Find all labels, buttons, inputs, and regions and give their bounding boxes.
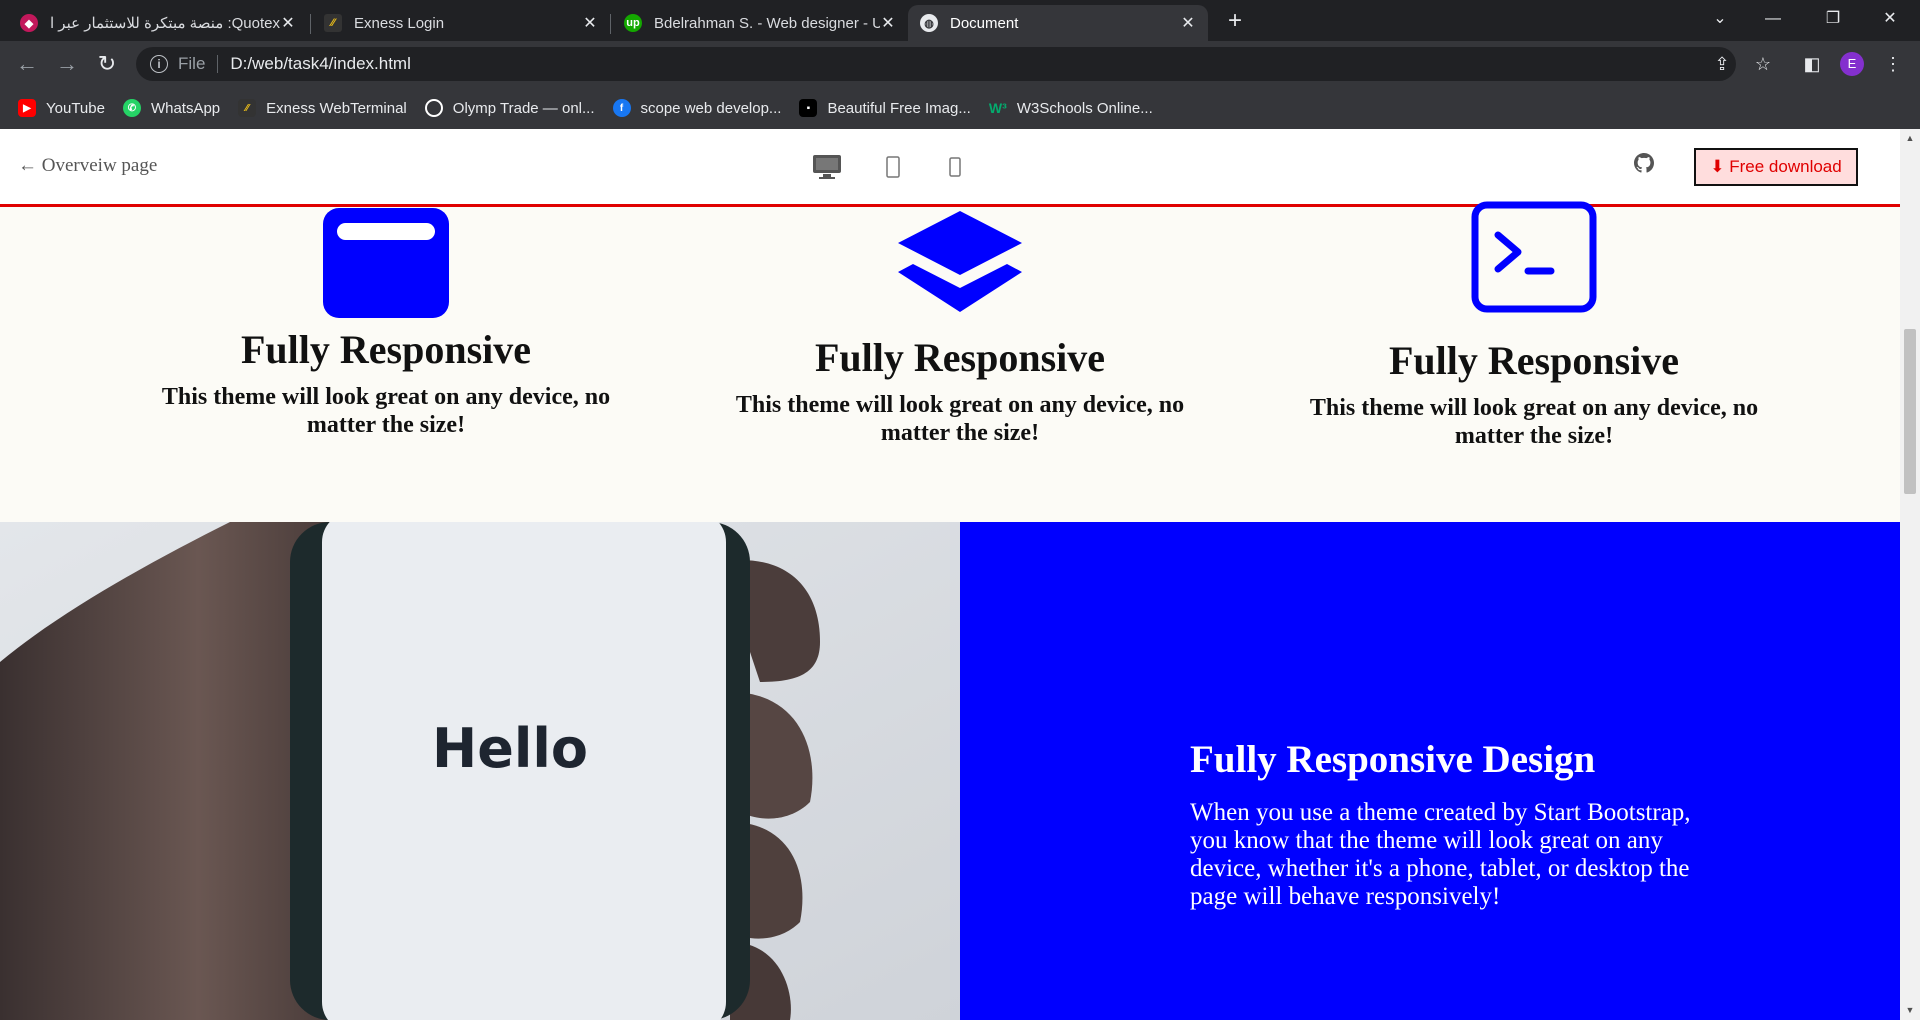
tab-search-chevron-icon[interactable]: ⌄ — [1695, 0, 1745, 41]
feature-text: This theme will look great on any device… — [161, 384, 611, 438]
overview-label: Overveiw page — [41, 155, 158, 176]
feature-text: This theme will look great on any device… — [1309, 395, 1759, 449]
browser-toolbar: ← → ↻ i File D:/web/task4/index.html ⇪ ☆… — [0, 41, 1920, 87]
bookmark-label: Beautiful Free Imag... — [827, 99, 971, 117]
bookmark-w3schools[interactable]: W³ W3Schools Online... — [989, 99, 1153, 117]
bookmark-olymp-trade[interactable]: Olymp Trade — onl... — [424, 99, 595, 117]
feature-title: Fully Responsive — [240, 327, 532, 372]
mobile-view-icon[interactable] — [949, 157, 961, 177]
divider — [217, 55, 219, 73]
reload-icon[interactable]: ↻ — [92, 49, 122, 79]
download-label: Free download — [1729, 157, 1842, 176]
page-scrollbar[interactable]: ▲ ▼ — [1900, 129, 1920, 1020]
feature-text: This theme will look great on any device… — [735, 392, 1185, 446]
facebook-icon: f — [612, 99, 631, 117]
close-icon[interactable]: ✕ — [582, 13, 598, 33]
features-section: Fully Responsive This theme will look gr… — [0, 201, 1900, 522]
terminal-icon — [1471, 201, 1597, 313]
feature-title: Fully Responsive — [814, 335, 1106, 380]
browser-tab-exness[interactable]: ⁄⁄ Exness Login ✕ — [312, 5, 610, 41]
bookmark-label: Exness WebTerminal — [266, 99, 407, 117]
browser-tab-upwork[interactable]: up Bdelrahman S. - Web designer - Upwork… — [612, 5, 908, 41]
hero-phone-photo: Hello — [0, 522, 960, 1020]
menu-kebab-icon[interactable]: ⋮ — [1878, 49, 1908, 79]
scrollbar-thumb[interactable] — [1904, 329, 1916, 494]
window-close-button[interactable]: ✕ — [1865, 0, 1915, 41]
bookmark-exness-webterminal[interactable]: ⁄⁄ Exness WebTerminal — [238, 99, 407, 117]
web-page: ← Overveiw page ⬇ Free download Fully Re — [0, 129, 1900, 1020]
upwork-icon: up — [624, 14, 642, 32]
desktop-view-icon[interactable] — [812, 154, 842, 180]
overview-link[interactable]: ← Overveiw page — [18, 155, 157, 177]
forward-arrow-icon[interactable]: → — [52, 49, 82, 79]
feature-card: Fully Responsive This theme will look gr… — [710, 208, 1210, 447]
browser-tab-document[interactable]: ◍ Document ✕ — [908, 5, 1208, 41]
new-tab-button[interactable]: + — [1220, 6, 1250, 36]
feature-title: Fully Responsive — [1388, 338, 1680, 383]
quotex-icon: ◆ — [20, 14, 38, 32]
preview-header: ← Overveiw page ⬇ Free download — [0, 129, 1900, 207]
tab-divider — [610, 14, 611, 34]
bookmark-label: W3Schools Online... — [1016, 99, 1153, 117]
bookmark-whatsapp[interactable]: ✆ WhatsApp — [122, 99, 221, 117]
github-icon[interactable] — [1634, 153, 1654, 173]
browser-tab-quotex[interactable]: ◆ Quotex: منصة مبتكرة للاستثمار عبر الإن… — [8, 5, 308, 41]
tab-title: Exness Login — [354, 14, 445, 32]
whatsapp-icon: ✆ — [122, 99, 141, 117]
tab-title: Quotex: منصة مبتكرة للاستثمار عبر الإنتر… — [50, 15, 280, 32]
profile-avatar[interactable]: E — [1840, 52, 1864, 76]
minimize-button[interactable]: — — [1748, 0, 1798, 41]
bookmark-label: Olymp Trade — onl... — [452, 99, 595, 117]
arrow-left-icon: ← — [18, 155, 42, 176]
bookmark-label: YouTube — [46, 99, 105, 117]
exness-icon: ⁄⁄ — [238, 99, 257, 117]
tab-strip: ◆ Quotex: منصة مبتكرة للاستثمار عبر الإن… — [0, 0, 1920, 41]
layers-icon — [898, 211, 1022, 312]
hero-text-panel: Fully Responsive Design When you use a t… — [960, 522, 1900, 1020]
bookmark-star-icon[interactable]: ☆ — [1748, 49, 1778, 79]
back-arrow-icon[interactable]: ← — [12, 49, 42, 79]
bookmark-scope-web[interactable]: f scope web develop... — [612, 99, 782, 117]
bookmarks-bar: ▶ YouTube ✆ WhatsApp ⁄⁄ Exness WebTermin… — [0, 87, 1920, 130]
bookmark-label: scope web develop... — [640, 99, 782, 117]
tab-title: Document — [950, 14, 1019, 32]
side-panel-icon[interactable]: ◧ — [1797, 49, 1827, 79]
globe-icon: ◍ — [920, 14, 938, 32]
hero-title: Fully Responsive Design — [1190, 738, 1596, 781]
scheme-label: File — [178, 54, 206, 73]
tab-title: Bdelrahman S. - Web designer - Upwork — [654, 14, 880, 32]
exness-icon: ⁄⁄ — [324, 14, 342, 32]
hero-text: When you use a theme created by Start Bo… — [1190, 799, 1691, 910]
address-bar[interactable]: i File D:/web/task4/index.html — [136, 47, 1736, 81]
unsplash-icon: ▪ — [799, 99, 818, 117]
w3schools-icon: W³ — [988, 100, 1007, 116]
youtube-icon: ▶ — [18, 99, 36, 117]
feature-card: Fully Responsive This theme will look gr… — [1284, 201, 1784, 450]
feature-card: Fully Responsive This theme will look gr… — [136, 208, 636, 439]
tab-divider — [310, 14, 311, 34]
tablet-view-icon[interactable] — [886, 156, 900, 178]
bookmark-label: WhatsApp — [150, 99, 221, 117]
olymptrade-icon — [424, 99, 443, 117]
scroll-down-icon[interactable]: ▼ — [1905, 1005, 1915, 1015]
share-icon[interactable]: ⇪ — [1707, 49, 1737, 79]
bookmark-youtube[interactable]: ▶ YouTube — [18, 99, 105, 117]
bookmark-unsplash[interactable]: ▪ Beautiful Free Imag... — [799, 99, 971, 117]
restore-button[interactable]: ❐ — [1808, 0, 1858, 41]
close-icon[interactable]: ✕ — [280, 13, 296, 33]
scroll-up-icon[interactable]: ▲ — [1905, 133, 1915, 143]
hand-holding-phone-image: Hello — [0, 522, 960, 1020]
info-icon[interactable]: i — [150, 55, 168, 73]
free-download-button[interactable]: ⬇ Free download — [1694, 148, 1858, 186]
url-text[interactable]: D:/web/task4/index.html — [230, 54, 410, 74]
window-icon — [323, 208, 449, 318]
phone-screen-text: Hello — [432, 717, 588, 780]
download-icon: ⬇ — [1710, 157, 1725, 176]
close-icon[interactable]: ✕ — [880, 13, 896, 33]
close-icon[interactable]: ✕ — [1180, 13, 1196, 33]
